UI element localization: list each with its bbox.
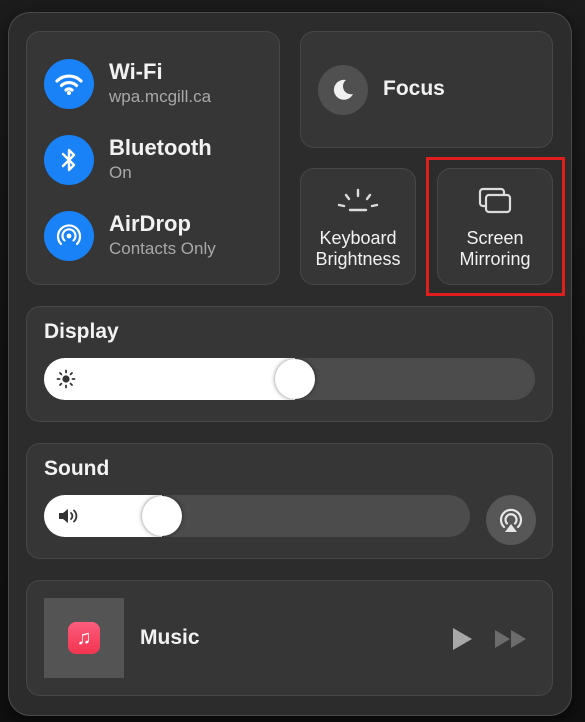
music-note-icon: ♫ [68, 622, 100, 654]
bluetooth-row[interactable]: Bluetooth On [44, 135, 274, 187]
speaker-icon [59, 509, 78, 523]
brightness-slider-fill [44, 358, 295, 400]
screen-mirroring-highlight-box [426, 157, 565, 296]
album-art: ♫ [44, 598, 124, 678]
keyboard-brightness-label: Keyboard Brightness [300, 228, 416, 270]
display-module: Display [26, 306, 553, 422]
wifi-icon[interactable] [44, 59, 94, 109]
airdrop-title: AirDrop [109, 211, 191, 236]
wifi-title: Wi-Fi [109, 59, 163, 84]
airdrop-row[interactable]: AirDrop Contacts Only [44, 211, 274, 263]
sun-icon [56, 369, 76, 389]
brightness-slider-knob[interactable] [275, 359, 315, 399]
airdrop-status: Contacts Only [109, 239, 216, 258]
connectivity-module: Wi-Fi wpa.mcgill.ca Bluetooth On AirDrop… [26, 31, 280, 285]
fast-forward-icon[interactable] [494, 628, 528, 650]
bluetooth-status: On [109, 163, 132, 182]
play-icon[interactable] [450, 626, 474, 652]
keyboard-brightness-line2: Brightness [315, 249, 401, 269]
sound-module: Sound [26, 443, 553, 559]
sound-label: Sound [44, 457, 110, 480]
keyboard-brightness-button[interactable]: Keyboard Brightness [300, 168, 416, 285]
bluetooth-title: Bluetooth [109, 135, 212, 160]
airplay-audio-icon[interactable] [486, 495, 536, 545]
volume-slider[interactable] [44, 495, 470, 537]
focus-button[interactable]: Focus [300, 31, 553, 148]
keyboard-brightness-icon [300, 186, 416, 214]
airdrop-icon[interactable] [44, 211, 94, 261]
focus-label: Focus [383, 77, 445, 100]
bluetooth-icon[interactable] [44, 135, 94, 185]
keyboard-brightness-line1: Keyboard [319, 228, 397, 248]
brightness-slider[interactable] [44, 358, 535, 400]
moon-icon [318, 65, 368, 115]
wifi-row[interactable]: Wi-Fi wpa.mcgill.ca [44, 59, 274, 111]
music-label: Music [140, 626, 200, 649]
music-module[interactable]: ♫ Music [26, 580, 553, 696]
wifi-network-name: wpa.mcgill.ca [109, 87, 212, 106]
display-label: Display [44, 320, 119, 343]
volume-slider-knob[interactable] [142, 496, 182, 536]
